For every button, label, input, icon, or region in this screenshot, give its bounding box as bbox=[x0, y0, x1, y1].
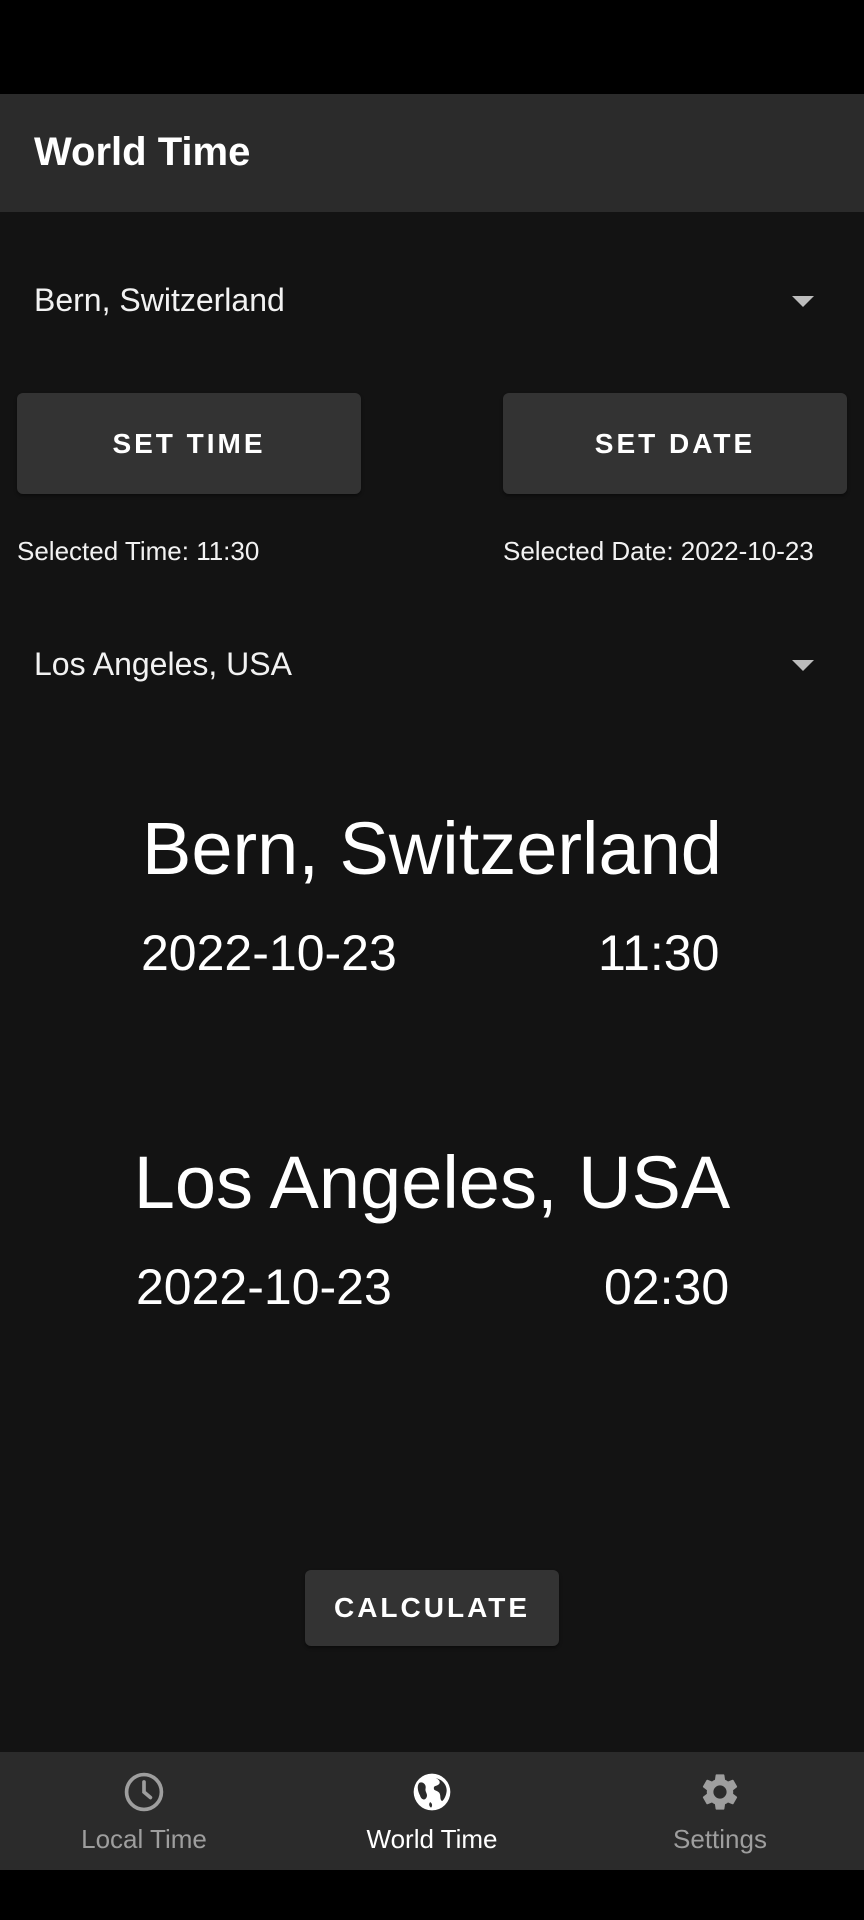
bottom-navigation: Local Time World Time Settings bbox=[0, 1752, 864, 1870]
nav-label-world-time: World Time bbox=[366, 1824, 498, 1854]
selected-date-label: Selected Date: 2022-10-23 bbox=[503, 536, 814, 566]
nav-item-local-time[interactable]: Local Time bbox=[0, 1752, 288, 1870]
page-title: World Time bbox=[34, 130, 251, 174]
globe-icon bbox=[413, 1773, 451, 1811]
selected-time-label: Selected Time: 11:30 bbox=[17, 536, 260, 566]
main-content: Bern, Switzerland SET TIME SET DATE Sele… bbox=[0, 212, 864, 1752]
target-result-date: 2022-10-23 bbox=[136, 1259, 392, 1315]
status-bar bbox=[0, 0, 864, 94]
target-result-time: 02:30 bbox=[604, 1259, 730, 1315]
source-city-dropdown[interactable]: Bern, Switzerland bbox=[34, 272, 814, 332]
gear-icon bbox=[702, 1774, 738, 1810]
app-bar: World Time bbox=[0, 94, 864, 212]
nav-label-settings: Settings bbox=[673, 1824, 767, 1854]
set-date-button[interactable]: SET DATE bbox=[503, 393, 847, 494]
dropdown-arrow-icon bbox=[792, 296, 814, 307]
nav-item-world-time[interactable]: World Time bbox=[288, 1752, 576, 1870]
set-time-button[interactable]: SET TIME bbox=[17, 393, 361, 494]
source-city-value: Bern, Switzerland bbox=[34, 282, 285, 318]
nav-label-local-time: Local Time bbox=[81, 1824, 207, 1854]
source-result-city: Bern, Switzerland bbox=[142, 807, 722, 890]
source-result-date: 2022-10-23 bbox=[141, 925, 397, 981]
target-city-dropdown[interactable]: Los Angeles, USA bbox=[34, 636, 814, 696]
target-city-value: Los Angeles, USA bbox=[34, 646, 292, 682]
dropdown-arrow-icon bbox=[792, 660, 814, 671]
system-navigation-bar bbox=[0, 1870, 864, 1920]
calculate-button[interactable]: CALCULATE bbox=[305, 1570, 559, 1646]
clock-icon bbox=[124, 1772, 164, 1812]
source-result-time: 11:30 bbox=[598, 925, 720, 981]
target-result-city: Los Angeles, USA bbox=[133, 1141, 731, 1224]
nav-item-settings[interactable]: Settings bbox=[576, 1752, 864, 1870]
